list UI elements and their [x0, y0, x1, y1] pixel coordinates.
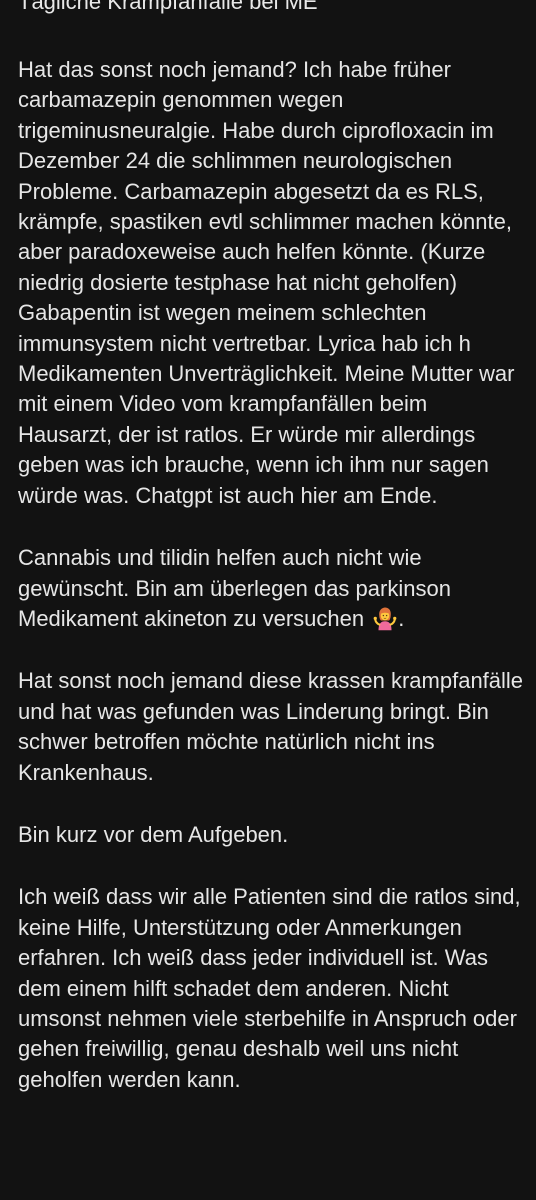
person-shrugging-emoji-icon	[373, 607, 397, 631]
post-paragraph-2-period: .	[398, 605, 405, 631]
post-paragraph-5: Ich weiß dass wir alle Patienten sind di…	[18, 884, 521, 1092]
post-paragraph-1: Hat das sonst noch jemand? Ich habe früh…	[18, 57, 515, 508]
post-paragraph-2: Cannabis und tilidin helfen auch nicht w…	[18, 543, 526, 634]
post-paragraph-4: Bin kurz vor dem Aufgeben.	[18, 821, 289, 847]
post-title: Tägliche Krampfanfälle bei ME	[18, 0, 318, 14]
post-content: Tägliche Krampfanfälle bei ME Hat das so…	[18, 0, 526, 1127]
post-body: Hat das sonst noch jemand? Ich habe früh…	[18, 55, 526, 1095]
post-paragraph-3: Hat sonst noch jemand diese krassen kram…	[18, 668, 524, 785]
